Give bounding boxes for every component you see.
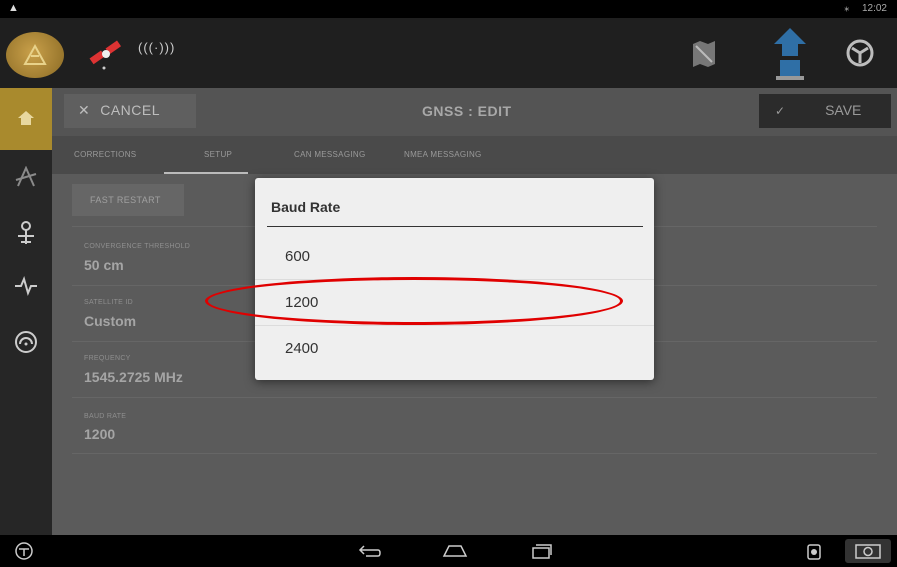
baud-rate-field[interactable]: BAUD RATE 1200 [72, 398, 877, 454]
gauge-icon [15, 331, 37, 353]
screenshot-icon[interactable] [806, 541, 822, 566]
tab-nmea-messaging[interactable]: NMEA MESSAGING [404, 150, 482, 159]
baud-option-600[interactable]: 600 [255, 234, 654, 280]
system-nav-bar [0, 535, 897, 567]
dialog-title: Baud Rate [271, 199, 341, 215]
save-button[interactable]: ✓ SAVE [759, 94, 891, 128]
camera-button[interactable] [845, 539, 891, 563]
cancel-button[interactable]: ✕ CANCEL [64, 94, 196, 128]
guidance-logo-icon[interactable] [6, 32, 64, 78]
tab-can-messaging[interactable]: CAN MESSAGING [294, 150, 365, 159]
page-title: GNSS : EDIT [422, 103, 512, 119]
guidance-icon [15, 165, 37, 187]
pulse-icon [15, 276, 37, 296]
bluetooth-icon: ⁎ [844, 3, 850, 14]
tab-setup[interactable]: SETUP [204, 150, 232, 159]
tab-bar: CORRECTIONS SETUP CAN MESSAGING NMEA MES… [52, 136, 897, 174]
dialog-divider [267, 226, 643, 227]
clock: 12:02 [861, 3, 887, 14]
left-navigation-rail [0, 88, 52, 535]
settings-rail-item[interactable] [14, 330, 38, 359]
home-icon [18, 111, 34, 125]
recent-apps-icon[interactable] [531, 542, 553, 565]
guidance-rail-item[interactable] [14, 165, 38, 193]
edit-toolbar: ✕ CANCEL GNSS : EDIT ✓ SAVE [52, 88, 897, 136]
signal-icon: (((·))) [138, 40, 176, 55]
fast-restart-button[interactable]: FAST RESTART [72, 184, 184, 216]
home-rail-item[interactable] [0, 88, 52, 150]
app-bar: (((·))) [0, 18, 897, 88]
camera-icon [855, 544, 881, 559]
back-icon[interactable] [358, 544, 382, 563]
checkmark-icon: ✓ [775, 104, 786, 118]
satellite-icon[interactable] [88, 38, 124, 77]
close-icon: ✕ [78, 102, 91, 118]
baud-option-2400[interactable]: 2400 [255, 326, 654, 372]
steering-wheel-icon[interactable] [845, 38, 875, 73]
gnss-receiver-icon [18, 221, 34, 244]
diagnostics-rail-item[interactable] [14, 276, 38, 301]
implement-icon[interactable] [770, 26, 810, 89]
status-bar: ▲ ⁎ 12:02 [0, 0, 897, 18]
field-map-icon[interactable] [690, 38, 718, 73]
home-nav-icon[interactable] [442, 544, 468, 563]
tab-corrections[interactable]: CORRECTIONS [74, 150, 136, 159]
highlight-ellipse [205, 277, 623, 325]
trimble-logo-icon[interactable] [14, 541, 34, 566]
notification-icon: ▲ [8, 2, 19, 14]
position-rail-item[interactable] [14, 220, 38, 251]
